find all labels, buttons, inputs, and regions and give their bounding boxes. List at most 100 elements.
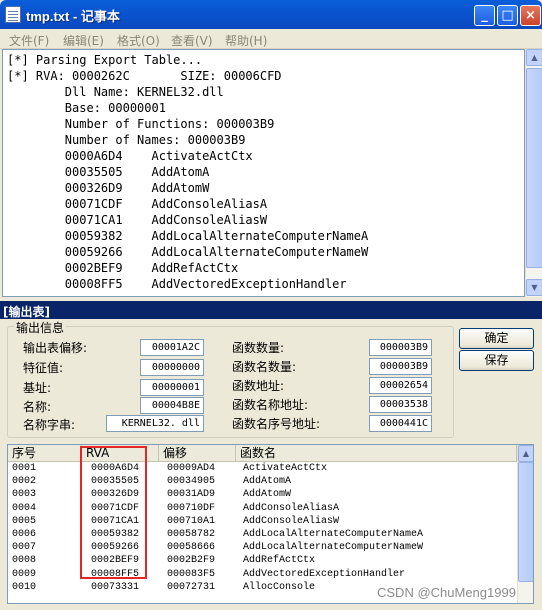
column-header-ordinal[interactable]: 序号 [8,445,82,462]
cell-offset: 00009AD4 [167,463,216,474]
field-label-function-address: 函数地址: [232,379,285,393]
field-characteristics[interactable]: 00000000 [140,359,204,376]
table-vertical-scrollbar[interactable]: ▲ [517,445,533,603]
menu-bar: 文件(F) 编辑(E) 格式(O) 查看(V) 帮助(H) [0,29,542,49]
maximize-button[interactable]: □ [497,5,518,26]
field-name-string[interactable]: KERNEL32. dll [106,415,204,432]
cell-offset: 000083F5 [167,568,216,580]
editor-text: [*] Parsing Export Table... [*] RVA: 0000… [7,52,368,292]
cell-ordinal: 0003 [12,489,37,501]
cell-function-name: AddLocalAlternateComputerNameW [243,542,424,554]
notepad-title-bar[interactable]: tmp.txt - 记事本 _ □ × [0,0,542,29]
cell-ordinal: 0002 [12,476,37,488]
field-name[interactable]: 00004B8E [140,397,204,414]
menu-view[interactable]: 查看(V) [171,32,213,49]
cell-offset: 00072731 [167,581,216,593]
table-row[interactable]: 0003 000326D9 00031AD9 AddAtomW [8,488,533,501]
scroll-down-icon[interactable]: ▼ [526,279,542,296]
table-row[interactable]: 0001 0000A6D4 00009AD4 ActivateActCtx [8,462,533,475]
menu-format[interactable]: 格式(O) [117,32,160,49]
cell-ordinal: 0007 [12,542,37,554]
cell-rva: 00059382 [91,528,140,540]
scroll-up-icon[interactable]: ▲ [526,49,542,66]
field-label-name-address: 函数名称地址: [232,398,309,412]
cell-function-name: AddConsoleAliasA [243,502,340,514]
field-label-name: 名称: [23,400,52,414]
field-num-functions[interactable]: 000003B9 [369,339,432,356]
cell-offset: 000710A1 [167,515,216,527]
table-row[interactable]: 0007 00059266 00058666 AddLocalAlternateCom… [8,541,533,554]
cell-offset: 00034905 [167,476,216,488]
cell-offset: 00058666 [167,542,216,554]
cell-rva: 00035505 [91,476,140,488]
notepad-icon [5,6,21,23]
editor-line: Base: 00000001 [7,101,166,115]
field-export-offset[interactable]: 00001A2C [140,339,204,356]
field-function-address[interactable]: 00002654 [369,377,432,394]
column-header-offset[interactable]: 偏移 [159,445,236,462]
cell-rva: 00008FF5 [91,568,140,580]
cell-function-name: AllocConsole [243,581,316,593]
cell-ordinal: 0005 [12,515,37,527]
cell-function-name: AddConsoleAliasW [243,515,340,527]
editor-line: 00035505 AddAtomA [7,165,210,179]
window-title: tmp.txt - 记事本 [26,9,120,24]
output-dialog-title-bar[interactable]: [输出表] [0,301,542,319]
cell-function-name: AddVectoredExceptionHandler [243,568,406,580]
ok-button[interactable]: 确定 [459,328,534,349]
field-ordinal-address[interactable]: 0000441C [369,415,432,432]
menu-file[interactable]: 文件(F) [9,32,49,49]
cell-function-name: AddAtomW [243,489,292,501]
table-row[interactable]: 0006 00059382 00058782 AddLocalAlternateCom… [8,528,533,541]
output-dialog-title: [输出表] [3,305,50,319]
field-label-ordinal-address: 函数名序号地址: [232,417,321,431]
editor-line: Dll Name: KERNEL32.dll [7,85,224,99]
scroll-thumb[interactable] [526,68,542,268]
scroll-thumb[interactable] [518,462,533,582]
cell-function-name: AddRefActCtx [243,555,316,567]
close-button[interactable]: × [520,5,541,26]
cell-ordinal: 0001 [12,463,37,474]
table-row[interactable]: 0008 0002BEF9 0002B2F9 AddRefActCtx [8,554,533,567]
text-editor[interactable]: [*] Parsing Export Table... [*] RVA: 0000… [2,49,525,297]
cell-rva: 00059266 [91,542,140,554]
editor-line: 00071CA1 AddConsoleAliasW [7,213,268,227]
table-row[interactable]: 0004 00071CDF 000710DF AddConsoleAliasA [8,502,533,515]
column-header-function-name[interactable]: 函数名 [236,445,517,462]
table-row[interactable]: 0002 00035505 00034905 AddAtomA [8,475,533,488]
field-label-characteristics: 特征值: [23,361,64,375]
editor-line: 000326D9 AddAtomW [7,181,210,195]
cell-function-name: AddAtomA [243,476,292,488]
save-button[interactable]: 保存 [459,350,534,371]
cell-rva: 00071CA1 [91,515,140,527]
editor-line: 0002BEF9 AddRefActCtx [7,261,239,275]
editor-line: 00059382 AddLocalAlternateComputerNameA [7,229,369,243]
minimize-button[interactable]: _ [474,5,495,26]
cell-ordinal: 0010 [12,581,37,593]
cell-ordinal: 0004 [12,502,37,514]
cell-ordinal: 0008 [12,555,37,567]
table-row[interactable]: 0005 00071CA1 000710A1 AddConsoleAliasW [8,515,533,528]
field-label-num-functions: 函数数量: [232,341,285,355]
editor-vertical-scrollbar[interactable]: ▲ ▼ [525,49,542,297]
cell-rva: 00071CDF [91,502,140,514]
field-label-base: 基址: [23,381,52,395]
editor-line: Number of Names: 000003B9 [7,133,246,147]
column-header-rva[interactable]: RVA [82,445,159,462]
field-base[interactable]: 00000001 [140,379,204,396]
scroll-up-icon[interactable]: ▲ [518,445,533,462]
cell-ordinal: 0009 [12,568,37,580]
table-header: 序号 RVA 偏移 函数名 [8,445,533,462]
cell-rva: 0002BEF9 [91,555,140,567]
menu-help[interactable]: 帮助(H) [225,32,267,49]
export-functions-table[interactable]: 序号 RVA 偏移 函数名 0001 0000A6D4 00009AD4 Activa… [7,444,534,604]
menu-edit[interactable]: 编辑(E) [63,32,104,49]
editor-line: [*] RVA: 0000262C SIZE: 00006CFD [7,69,282,83]
field-name-address[interactable]: 00003538 [369,396,432,413]
field-num-names[interactable]: 000003B9 [369,358,432,375]
cell-rva: 000326D9 [91,489,140,501]
field-label-num-names: 函数名数量: [232,360,297,374]
cell-offset: 000710DF [167,502,216,514]
table-row[interactable]: 0009 00008FF5 000083F5 AddVectoredException… [8,568,533,581]
editor-line: 00008FF5 AddVectoredExceptionHandler [7,277,347,291]
